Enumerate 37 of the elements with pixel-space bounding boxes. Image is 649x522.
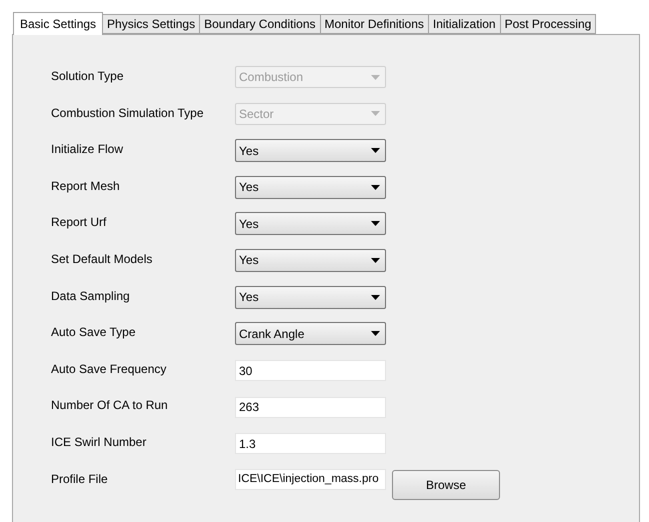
tab[interactable]: Post Processing (500, 14, 596, 34)
field-label: ICE Swirl Number (51, 434, 148, 449)
caret-icon (371, 331, 380, 336)
dropdown[interactable]: Yes (235, 176, 386, 199)
caret-icon (371, 74, 380, 80)
browse-button[interactable]: Browse (392, 470, 500, 500)
field-label: Set Default Models (51, 250, 154, 266)
tab[interactable]: Monitor Definitions (320, 14, 429, 34)
tab[interactable]: Basic Settings (13, 12, 104, 35)
field-label: Auto Save Frequency (51, 360, 168, 376)
dropdown[interactable]: Yes (235, 139, 386, 162)
field-label: Solution Type (51, 68, 124, 83)
tab[interactable]: Boundary Conditions (200, 14, 320, 34)
caret-icon (371, 294, 380, 300)
input-field[interactable]: ICE\ICE\injection_mass.pro (235, 468, 386, 490)
tab[interactable]: Physics Settings (103, 14, 200, 34)
field-label: Auto Save Type (51, 324, 137, 340)
field-label: Initialize Flow (51, 141, 124, 156)
caret-icon (371, 221, 380, 226)
input-field[interactable]: 30 (235, 360, 386, 382)
caret-icon (371, 258, 380, 263)
dropdown[interactable]: Crank Angle (235, 322, 386, 346)
tab[interactable]: Initialization (428, 14, 501, 34)
field-label: Report Mesh (51, 178, 121, 193)
dropdown[interactable]: Yes (235, 248, 386, 272)
field-label: Combustion Simulation Type (51, 104, 205, 120)
caret-icon (371, 148, 380, 154)
field-label: Report Urf (51, 214, 108, 230)
input-field[interactable]: 1.3 (235, 433, 386, 454)
field-label: Number Of CA to Run (51, 397, 169, 412)
caret-icon (371, 111, 380, 116)
dropdown[interactable]: Yes (235, 212, 386, 236)
dropdown[interactable]: Yes (235, 286, 386, 309)
field-label: Data Sampling (51, 288, 131, 303)
field-label: Profile File (51, 470, 109, 486)
caret-icon (371, 184, 380, 190)
input-field[interactable]: 263 (235, 396, 386, 418)
